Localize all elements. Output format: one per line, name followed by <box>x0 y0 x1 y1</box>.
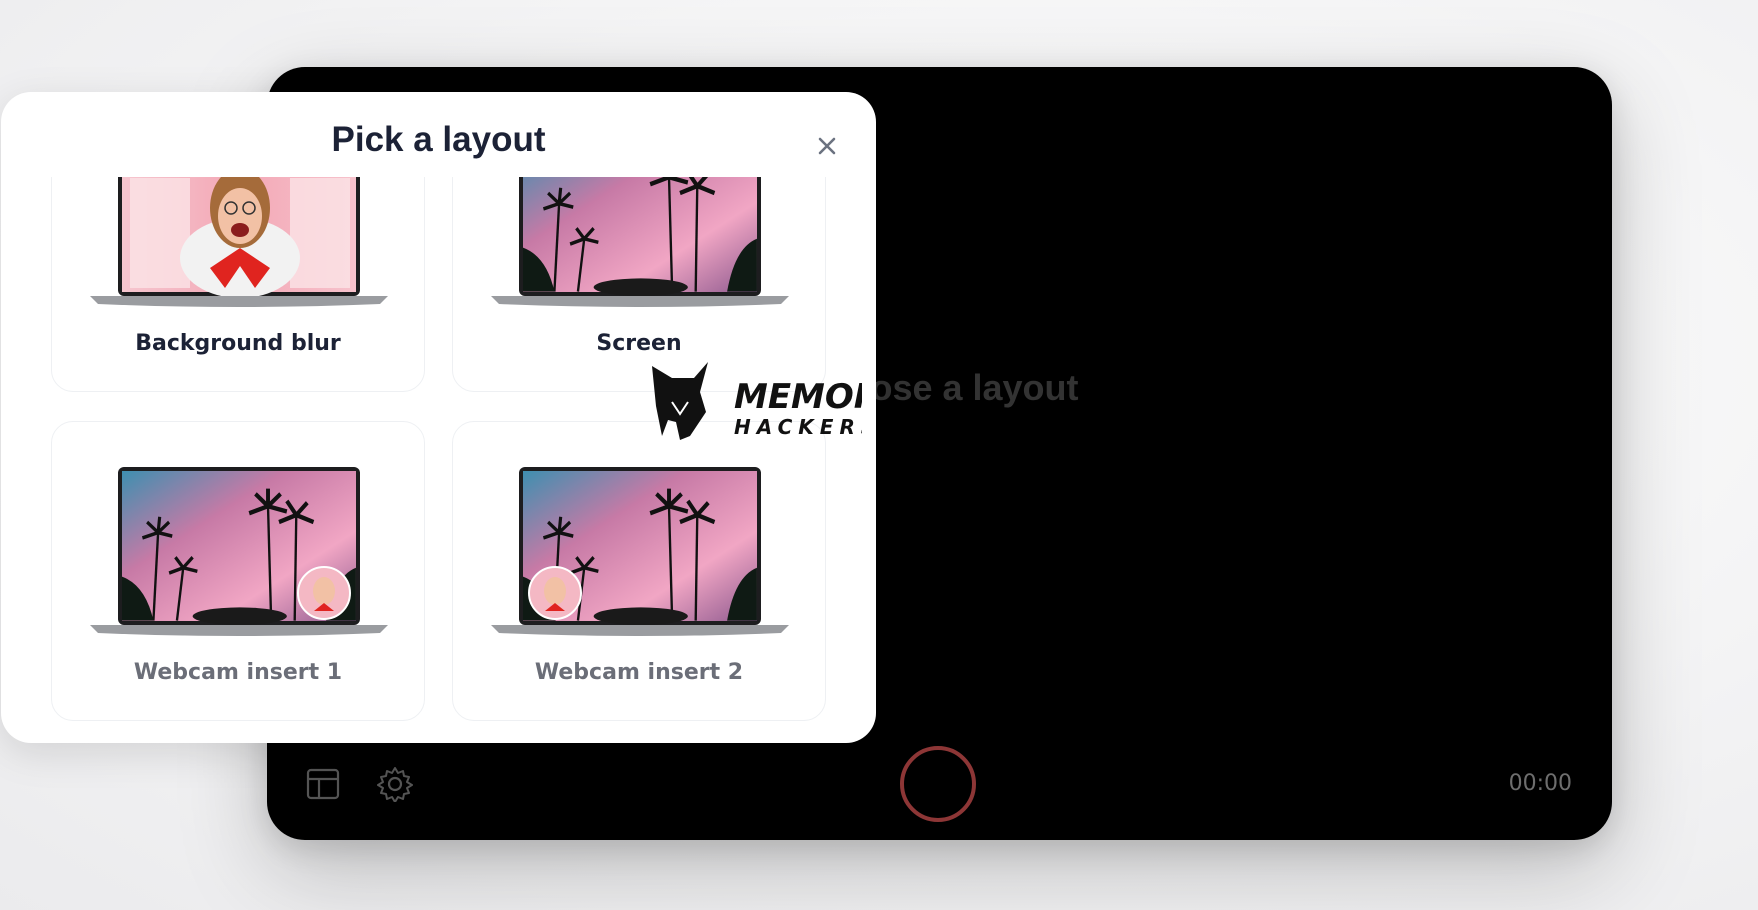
gear-icon <box>377 767 413 802</box>
layout-label: Screen <box>596 331 682 356</box>
layout-label: Webcam insert 1 <box>133 660 343 685</box>
screen-thumbnail <box>491 177 789 307</box>
memory-hackers-watermark: MEMORY HACKERS <box>652 362 862 440</box>
layout-button[interactable] <box>303 764 343 804</box>
watermark-line-2: HACKERS <box>734 415 862 439</box>
layout-card-background-blur[interactable]: Background blur <box>51 177 425 392</box>
layout-label: Webcam insert 2 <box>534 660 744 685</box>
close-button[interactable] <box>809 128 845 164</box>
modal-title: Pick a layout <box>331 120 546 159</box>
background-blur-thumbnail <box>90 177 388 307</box>
layout-card-webcam-insert-2[interactable]: Webcam insert 2 <box>452 421 826 721</box>
layout-icon <box>306 768 340 800</box>
layout-card-webcam-insert-1[interactable]: Webcam insert 1 <box>51 421 425 721</box>
layout-grid[interactable]: Background blur Screen Webcam insert 1 W… <box>1 177 876 743</box>
recording-timer: 00:00 <box>1508 771 1572 796</box>
webcam-insert-2-thumbnail <box>491 467 789 636</box>
record-button[interactable] <box>900 746 976 822</box>
settings-button[interactable] <box>375 764 415 804</box>
layout-label: Background blur <box>135 331 341 356</box>
watermark-line-1: MEMORY <box>734 377 862 417</box>
close-icon <box>818 137 836 155</box>
webcam-insert-1-thumbnail <box>90 467 388 636</box>
